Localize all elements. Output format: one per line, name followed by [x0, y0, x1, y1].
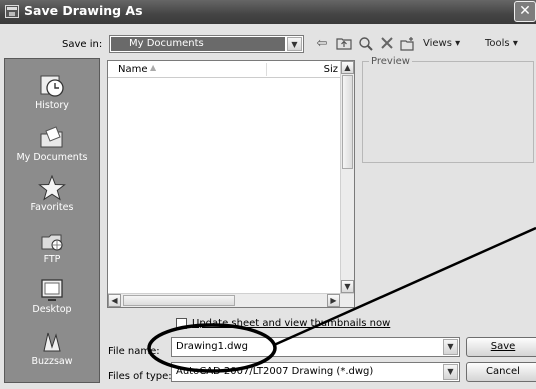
highlight-ellipse [147, 323, 277, 373]
save-drawing-dialog: Save Drawing As ✕ Save in: My Documents … [0, 0, 536, 389]
pointer-line [273, 226, 536, 347]
annotation-overlay [147, 226, 536, 373]
